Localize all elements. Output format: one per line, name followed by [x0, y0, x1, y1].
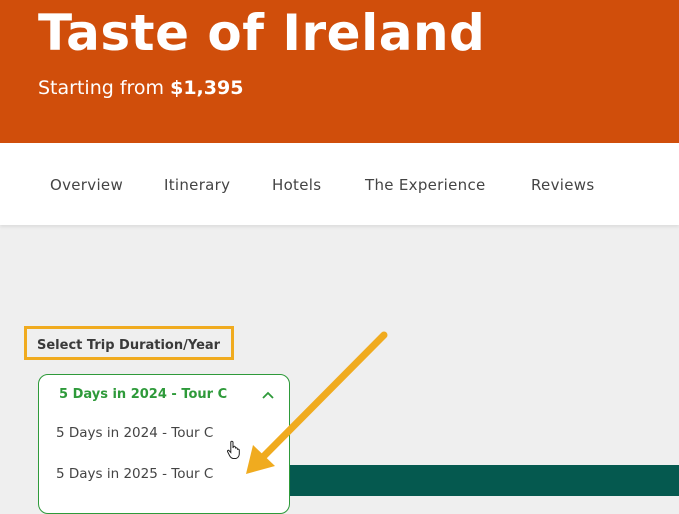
page-title: Taste of Ireland	[38, 4, 486, 62]
chevron-up-icon[interactable]	[262, 390, 274, 400]
tab-overview[interactable]: Overview	[50, 176, 123, 194]
trip-select-label: Select Trip Duration/Year	[37, 338, 221, 353]
tab-reviews[interactable]: Reviews	[531, 176, 594, 194]
tab-itinerary[interactable]: Itinerary	[164, 176, 230, 194]
content-bar	[290, 465, 679, 496]
dropdown-option[interactable]: 5 Days in 2025 - Tour C	[56, 466, 213, 482]
dropdown-selected-value[interactable]: 5 Days in 2024 - Tour C	[59, 387, 227, 402]
tab-the-experience[interactable]: The Experience	[365, 176, 486, 194]
tab-hotels[interactable]: Hotels	[272, 176, 321, 194]
dropdown-option[interactable]: 5 Days in 2024 - Tour C	[56, 425, 213, 441]
price-value: $1,395	[170, 77, 244, 99]
starting-price: Starting from $1,395	[38, 77, 243, 99]
hand-pointer-cursor-icon	[226, 440, 240, 459]
tour-nav: Overview Itinerary Hotels The Experience…	[0, 143, 679, 225]
hero-banner: Taste of Ireland Starting from $1,395	[0, 0, 679, 143]
price-prefix: Starting from	[38, 77, 165, 99]
